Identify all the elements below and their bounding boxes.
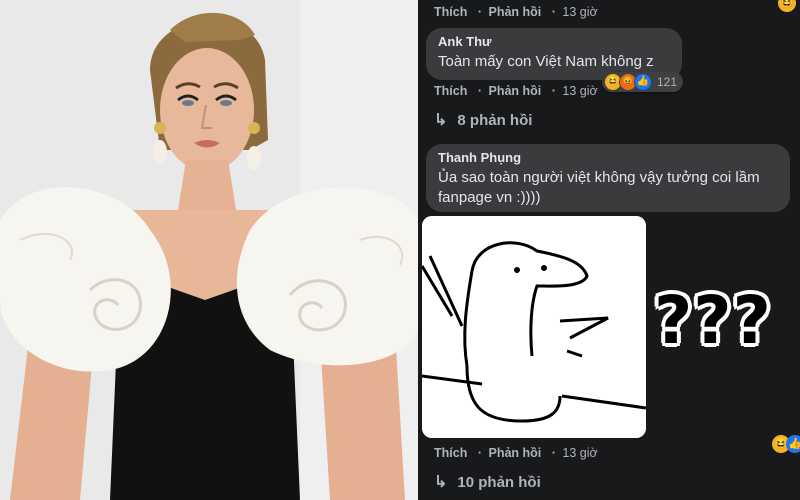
replies-count: 8 phản hồi xyxy=(457,111,533,129)
comment-bubble: Thanh Phụng Ủa sao toàn người việt không… xyxy=(426,144,790,212)
reaction-count: 121 xyxy=(657,75,678,89)
like-action[interactable]: Thích xyxy=(434,84,467,98)
separator-dot: · xyxy=(477,5,482,19)
like-reaction-icon: 👍 xyxy=(786,435,800,453)
comment-actions: Thích · Phản hồi · 13 giờ xyxy=(434,446,598,460)
comment-text-line: Ủa sao toàn người việt không vậy tưởng c… xyxy=(438,169,760,186)
reply-action[interactable]: Phản hồi xyxy=(488,446,541,460)
comment-text: Toàn mấy con Việt Nam không z xyxy=(438,53,654,70)
reply-arrow-icon: ↳ xyxy=(434,112,448,129)
question-marks-overlay: ??? xyxy=(654,282,772,359)
comment-actions: Thích · Phản hồi · 13 giờ xyxy=(434,5,598,19)
like-action[interactable]: Thích xyxy=(434,5,467,19)
celebrity-photo xyxy=(0,0,418,500)
comment-time: 13 giờ xyxy=(562,446,598,460)
comment-thread: Thích · Phản hồi · 13 giờ 😆 Ank Thư Toàn… xyxy=(418,0,800,500)
comment-actions: Thích · Phản hồi · 13 giờ xyxy=(434,84,598,98)
comment-author[interactable]: Ank Thư xyxy=(438,34,670,49)
comment-text-line: fanpage vn :)))) xyxy=(438,189,541,206)
celebrity-photo-illustration xyxy=(0,0,418,500)
separator-dot: · xyxy=(477,446,482,460)
reply-action[interactable]: Phản hồi xyxy=(488,84,541,98)
separator-dot: · xyxy=(477,84,482,98)
like-reaction-icon: 👍 xyxy=(634,73,652,91)
reply-arrow-icon: ↳ xyxy=(434,474,448,491)
separator-dot: · xyxy=(551,5,556,19)
separator-dot: · xyxy=(551,84,556,98)
view-replies-link[interactable]: ↳ 10 phản hồi xyxy=(434,472,541,492)
view-replies-link[interactable]: ↳ 8 phản hồi xyxy=(434,110,532,130)
reaction-summary[interactable]: 😆 😡 👍 121 xyxy=(602,72,684,92)
like-action[interactable]: Thích xyxy=(434,446,467,460)
reply-action[interactable]: Phản hồi xyxy=(488,5,541,19)
comment-time: 13 giờ xyxy=(562,84,598,98)
comment-author[interactable]: Thanh Phụng xyxy=(438,150,778,165)
separator-dot: · xyxy=(551,446,556,460)
replies-count: 10 phản hồi xyxy=(457,473,541,491)
sticker-drawing xyxy=(422,216,646,438)
sticker-image[interactable] xyxy=(422,216,646,438)
comment-time: 13 giờ xyxy=(562,5,598,19)
haha-reaction-icon: 😆 xyxy=(778,0,796,12)
